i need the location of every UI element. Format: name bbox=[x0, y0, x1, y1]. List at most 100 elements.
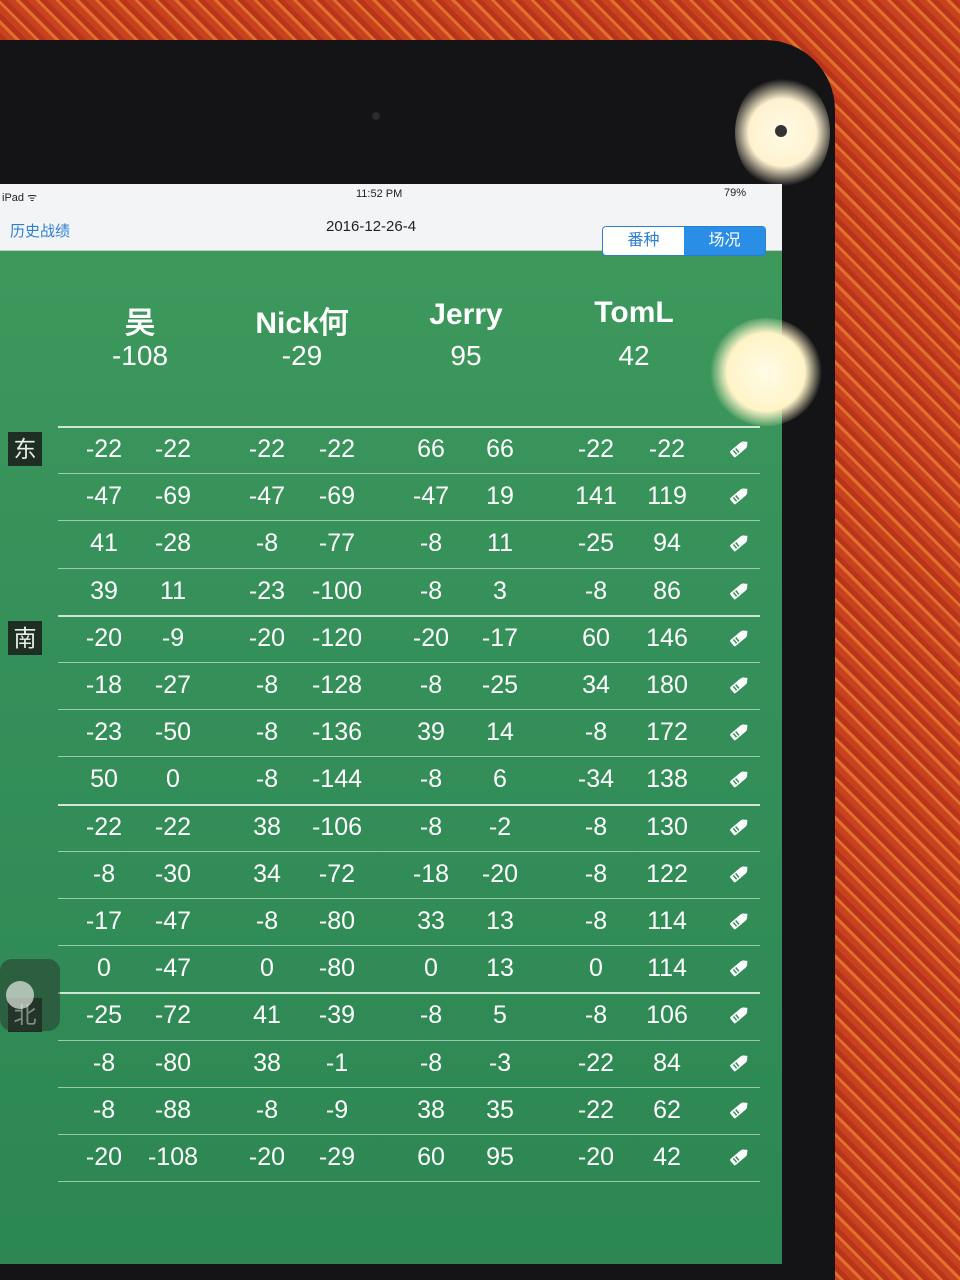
running-total-cell: -88 bbox=[154, 1095, 192, 1124]
round-score-cell: 60 bbox=[417, 1143, 445, 1171]
running-total-cell: 95 bbox=[486, 1143, 514, 1171]
player-name: 吴 bbox=[125, 307, 155, 340]
edit-round-icon[interactable] bbox=[727, 673, 751, 697]
round-score-cell: -22 bbox=[85, 812, 123, 841]
round-score-cell: -8 bbox=[419, 1001, 443, 1030]
edit-round-icon[interactable] bbox=[727, 579, 751, 603]
running-total-cell: -69 bbox=[154, 482, 192, 511]
edit-round-icon[interactable] bbox=[727, 1098, 751, 1122]
app-screen: iPad ᯤ 11:52 PM 79% 历史战绩 2016-12-26-4 番种… bbox=[0, 184, 782, 1264]
round-score-cell: -8 bbox=[419, 576, 443, 605]
running-total-cell: -47 bbox=[154, 954, 192, 983]
edit-round-icon[interactable] bbox=[727, 1051, 751, 1075]
edit-round-icon[interactable] bbox=[727, 862, 751, 886]
device-label: iPad ᯤ bbox=[2, 192, 38, 204]
edit-round-icon[interactable] bbox=[727, 1003, 751, 1027]
running-total-cell: -80 bbox=[154, 1048, 192, 1077]
running-total-cell: -144 bbox=[311, 765, 363, 794]
round-score-cell: -25 bbox=[85, 1001, 123, 1030]
row-divider bbox=[58, 1086, 760, 1088]
running-total-cell: 42 bbox=[653, 1143, 681, 1171]
running-total-cell: -22 bbox=[318, 435, 356, 463]
round-score-cell: 50 bbox=[90, 765, 118, 794]
round-score-cell: -47 bbox=[412, 482, 450, 511]
round-score-cell: -20 bbox=[85, 1143, 123, 1171]
running-total-cell: 66 bbox=[486, 435, 514, 463]
edit-round-icon[interactable] bbox=[727, 437, 751, 461]
round-score-cell: 66 bbox=[417, 435, 445, 463]
edit-round-icon[interactable] bbox=[727, 1145, 751, 1169]
running-total-cell: 180 bbox=[646, 671, 688, 699]
running-total-cell: -128 bbox=[311, 671, 363, 699]
segment-game-status[interactable]: 场况 bbox=[684, 227, 765, 255]
round-score-cell: -23 bbox=[248, 576, 286, 605]
round-score-cell: -18 bbox=[85, 671, 123, 699]
edit-round-icon[interactable] bbox=[727, 815, 751, 839]
row-divider bbox=[58, 992, 760, 995]
running-total-cell: 13 bbox=[486, 954, 514, 983]
running-total-cell: 119 bbox=[647, 482, 687, 511]
row-divider bbox=[58, 614, 760, 617]
round-score-cell: -8 bbox=[419, 529, 443, 558]
player-name: Nick何 bbox=[255, 307, 349, 340]
round-score-cell: -8 bbox=[584, 907, 608, 935]
round-score-cell: 0 bbox=[260, 954, 274, 983]
row-divider bbox=[58, 1134, 760, 1135]
round-score-cell: -8 bbox=[584, 812, 608, 841]
row-divider bbox=[58, 898, 760, 899]
round-score-cell: 60 bbox=[582, 623, 610, 652]
running-total-cell: -20 bbox=[481, 859, 519, 888]
running-total-cell: -47 bbox=[154, 907, 192, 935]
running-total-cell: 172 bbox=[646, 718, 688, 747]
round-score-cell: -8 bbox=[584, 576, 608, 605]
running-total-cell: -22 bbox=[154, 435, 192, 463]
player-name: Jerry bbox=[429, 298, 503, 331]
page-title: 2016-12-26-4 bbox=[326, 218, 417, 235]
view-segmented-control[interactable]: 番种 场况 bbox=[602, 226, 766, 256]
running-total-cell: 3 bbox=[493, 576, 507, 605]
edit-round-icon[interactable] bbox=[727, 531, 751, 555]
round-score-cell: -47 bbox=[85, 482, 123, 511]
running-total-cell: -28 bbox=[154, 529, 192, 558]
running-total-cell: 11 bbox=[487, 529, 513, 558]
row-divider bbox=[58, 567, 760, 569]
round-score-cell: -8 bbox=[419, 765, 443, 794]
wind-round-badge: 东 bbox=[8, 432, 42, 466]
edit-round-icon[interactable] bbox=[727, 909, 751, 933]
running-total-cell: -80 bbox=[318, 907, 356, 935]
round-score-cell: 38 bbox=[417, 1095, 445, 1124]
round-score-cell: -17 bbox=[85, 907, 123, 935]
running-total-cell: 84 bbox=[653, 1048, 681, 1077]
round-score-cell: -20 bbox=[412, 623, 450, 652]
running-total-cell: 86 bbox=[653, 576, 681, 605]
row-divider bbox=[58, 803, 760, 806]
floating-assistive-button[interactable] bbox=[0, 959, 60, 1031]
round-score-cell: -22 bbox=[85, 435, 123, 463]
running-total-cell: -9 bbox=[325, 1095, 349, 1124]
running-total-cell: -22 bbox=[648, 435, 686, 463]
round-score-cell: -20 bbox=[577, 1143, 615, 1171]
row-divider bbox=[58, 520, 760, 522]
edit-round-icon[interactable] bbox=[727, 767, 751, 791]
row-divider bbox=[58, 1039, 760, 1041]
edit-round-icon[interactable] bbox=[727, 626, 751, 650]
history-back-button[interactable]: 历史战绩 bbox=[10, 220, 70, 241]
edit-round-icon[interactable] bbox=[727, 720, 751, 744]
row-divider bbox=[58, 426, 760, 428]
edit-round-icon[interactable] bbox=[727, 484, 751, 508]
edit-round-icon[interactable] bbox=[727, 956, 751, 980]
round-score-cell: -20 bbox=[248, 623, 286, 652]
round-score-cell: 0 bbox=[589, 954, 603, 983]
assistive-touch-icon bbox=[6, 981, 34, 1009]
player-total-score: 95 bbox=[450, 340, 482, 371]
round-score-cell: -8 bbox=[92, 1048, 116, 1077]
round-score-cell: -8 bbox=[419, 812, 443, 841]
running-total-cell: 35 bbox=[486, 1095, 514, 1124]
running-total-cell: -80 bbox=[318, 954, 356, 983]
segment-fan-types[interactable]: 番种 bbox=[603, 227, 684, 255]
round-score-cell: 141 bbox=[575, 482, 617, 511]
light-glare bbox=[710, 318, 822, 426]
round-score-cell: 38 bbox=[253, 1048, 281, 1077]
running-total-cell: -29 bbox=[318, 1143, 356, 1171]
round-score-cell: -8 bbox=[584, 859, 608, 888]
